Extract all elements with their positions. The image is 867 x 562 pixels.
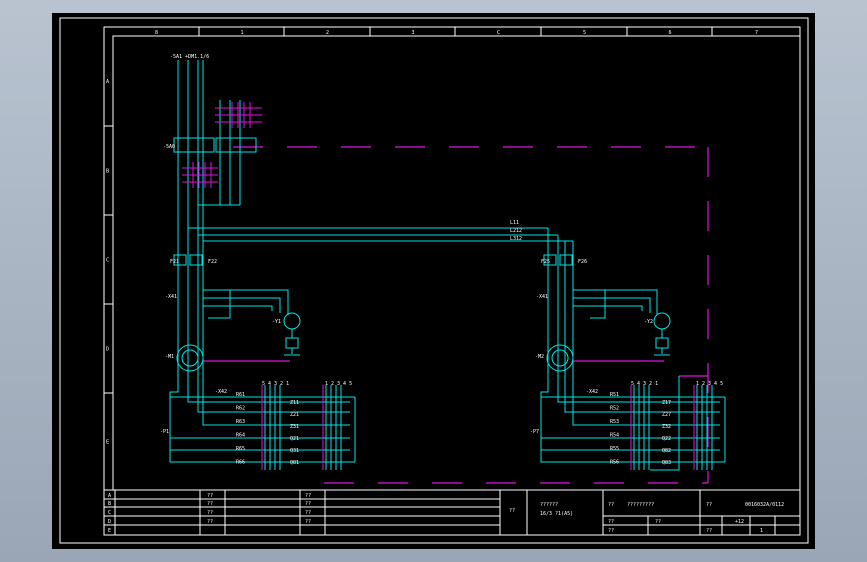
bus-label-2: L212: [510, 228, 522, 234]
right-valve-ref: -Y2: [644, 319, 653, 325]
tb-q4: ??: [207, 519, 213, 525]
r-label: R53: [610, 419, 619, 425]
right-motor-ref: -M2: [535, 354, 544, 360]
z-label: Q31: [290, 448, 299, 454]
right-fuse-1: F25: [541, 259, 550, 265]
switch-ref: -5A0: [163, 144, 175, 150]
title-row-c: C: [108, 510, 111, 516]
tb-q12: ??: [608, 519, 614, 525]
tb-q8: ??: [305, 519, 311, 525]
supply-ref: -5A1 +DM1.1/6: [170, 54, 209, 60]
z-label: Z32: [662, 424, 671, 430]
z-label: Z27: [662, 412, 671, 418]
r-label: R66: [236, 460, 245, 466]
r-label: R62: [236, 406, 245, 412]
title-row-a: A: [108, 493, 111, 499]
r-label: R56: [610, 460, 619, 466]
r-label: R55: [610, 446, 619, 452]
drawing-sheet: [52, 13, 815, 549]
z-label: Z17: [662, 400, 671, 406]
z-label: Z31: [290, 424, 299, 430]
left-block-numbers: 5 4 3 2 1: [262, 381, 289, 387]
title-line-1: ??????: [540, 502, 558, 508]
tb-q1: ??: [207, 493, 213, 499]
right-terminal-ref: -X41: [536, 294, 548, 300]
tb-q13: ??: [655, 519, 661, 525]
left-motor-ref: -M1: [165, 354, 174, 360]
tb-q15: ??: [608, 528, 614, 534]
column-marker: 2: [326, 30, 329, 36]
bus-label-1: L11: [510, 220, 519, 226]
r-label: R63: [236, 419, 245, 425]
column-marker: 8: [155, 30, 158, 36]
r-label: R61: [236, 392, 245, 398]
sheet-number: 1: [760, 528, 763, 534]
tb-q5: ??: [305, 493, 311, 499]
tb-q10: ??: [608, 502, 614, 508]
left-block-ref: -X42: [215, 389, 227, 395]
row-marker: E: [106, 440, 109, 446]
right-block-numbers: 5 4 3 2 1: [631, 381, 658, 387]
electrical-schematic-drawing: 8 1 2 3 C 5 6 7ABCDE -5A1 +DM1.1/6 -5A0 …: [52, 13, 815, 549]
left-terminal-ref: -X41: [165, 294, 177, 300]
tb-q11: ??: [706, 502, 712, 508]
z-label: Q22: [662, 436, 671, 442]
title-row-e: E: [108, 528, 111, 534]
r-label: R65: [236, 446, 245, 452]
title-row-b: B: [108, 501, 111, 507]
z-label: Q21: [290, 436, 299, 442]
left-fuse-1: F21: [170, 259, 179, 265]
title-line-2: 16/3 ?1(A5): [540, 511, 573, 517]
r-label: R51: [610, 392, 619, 398]
row-marker: B: [106, 169, 109, 175]
left-valve-ref: -Y1: [272, 319, 281, 325]
row-marker: D: [106, 347, 109, 353]
title-row-d: D: [108, 519, 111, 525]
column-marker: C: [497, 30, 500, 36]
z-label: Z21: [290, 412, 299, 418]
tb-q14: ??: [706, 528, 712, 534]
column-marker: 5: [583, 30, 586, 36]
right-block2-numbers: 1 2 3 4 5: [696, 381, 723, 387]
sheet-field: +12: [735, 519, 744, 525]
right-fuse-2: F26: [578, 259, 587, 265]
column-marker: 6: [669, 30, 672, 36]
column-marker: 7: [755, 30, 758, 36]
left-group-ref: -P1: [160, 429, 169, 435]
column-marker: 3: [412, 30, 415, 36]
tb-q9: ??: [509, 508, 515, 514]
z-label: Q82: [662, 448, 671, 454]
tb-q2: ??: [207, 501, 213, 507]
r-label: R52: [610, 406, 619, 412]
left-block2-numbers: 1 2 3 4 5: [325, 381, 352, 387]
z-label: Q83: [662, 460, 671, 466]
tb-q3: ??: [207, 510, 213, 516]
tb-q7: ??: [305, 510, 311, 516]
drawing-number: 0016032A/0112: [745, 502, 784, 508]
z-label: Z11: [290, 400, 299, 406]
row-marker: A: [106, 79, 109, 85]
left-fuse-2: F22: [208, 259, 217, 265]
bus-label-3: L312: [510, 236, 522, 242]
description: ?????????: [627, 502, 654, 508]
tb-q6: ??: [305, 501, 311, 507]
row-marker: C: [106, 258, 109, 264]
r-label: R54: [610, 433, 619, 439]
right-group-ref: -P7: [530, 429, 539, 435]
r-label: R64: [236, 433, 245, 439]
z-label: Q81: [290, 460, 299, 466]
right-block-ref: -X42: [586, 389, 598, 395]
column-marker: 1: [241, 30, 244, 36]
